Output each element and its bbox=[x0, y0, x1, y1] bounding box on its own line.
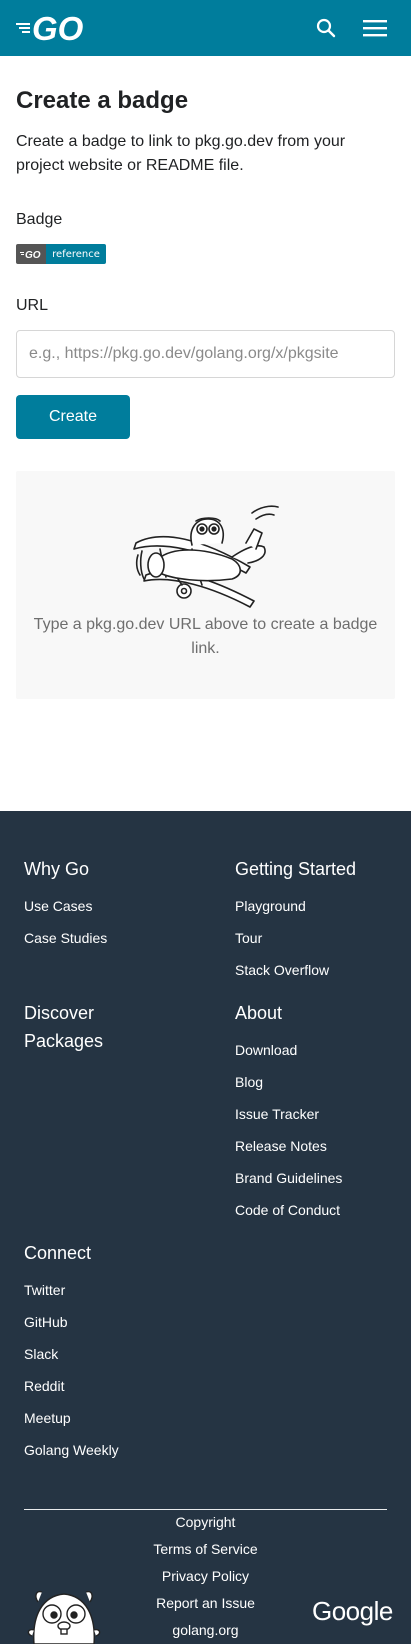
footer-divider bbox=[24, 1509, 387, 1510]
badge-reference-text: reference bbox=[46, 244, 106, 264]
footer-link-download[interactable]: Download bbox=[235, 1040, 297, 1060]
svg-text:GO: GO bbox=[25, 250, 41, 259]
footer-heading-connect: Connect bbox=[24, 1243, 92, 1263]
badge-label: Badge bbox=[16, 211, 63, 228]
footer-link-blog[interactable]: Blog bbox=[235, 1072, 263, 1092]
footer-link-use-cases[interactable]: Use Cases bbox=[24, 896, 92, 916]
footer-link-github[interactable]: GitHub bbox=[24, 1312, 68, 1332]
footer-link-playground[interactable]: Playground bbox=[235, 896, 306, 916]
google-logo[interactable]: Google bbox=[312, 1596, 393, 1626]
footer-link-reddit[interactable]: Reddit bbox=[24, 1376, 64, 1396]
url-input[interactable] bbox=[16, 330, 395, 378]
gopher-mascot-icon bbox=[27, 1590, 101, 1644]
create-button[interactable]: Create bbox=[16, 395, 130, 439]
footer-bottom-link-copyright[interactable]: Copyright bbox=[0, 1512, 411, 1532]
footer-link-issue-tracker[interactable]: Issue Tracker bbox=[235, 1104, 319, 1124]
site-header: GO bbox=[0, 0, 411, 56]
footer-heading-getting-started: Getting Started bbox=[235, 859, 357, 879]
result-placeholder-text: Type a pkg.go.dev URL above to create a … bbox=[33, 616, 378, 657]
url-label: URL bbox=[16, 297, 49, 314]
footer-link-tour[interactable]: Tour bbox=[235, 928, 262, 948]
footer-link-brand-guidelines[interactable]: Brand Guidelines bbox=[235, 1168, 342, 1188]
footer-link-slack[interactable]: Slack bbox=[24, 1344, 58, 1364]
footer-link-golang-weekly[interactable]: Golang Weekly bbox=[24, 1440, 119, 1460]
footer-link-release-notes[interactable]: Release Notes bbox=[235, 1136, 327, 1156]
footer-heading-why-go: Why Go bbox=[24, 859, 90, 879]
footer-link-twitter[interactable]: Twitter bbox=[24, 1280, 65, 1300]
site-footer: Why Go Use Cases Case Studies Getting St… bbox=[0, 811, 411, 1644]
hamburger-menu-icon[interactable] bbox=[362, 16, 388, 40]
footer-link-stack-overflow[interactable]: Stack Overflow bbox=[235, 960, 329, 980]
badge-go-logo: GO bbox=[16, 244, 46, 264]
go-logo-icon: GO bbox=[20, 250, 41, 259]
footer-heading-discover-packages[interactable]: Discover Packages bbox=[24, 999, 174, 1055]
footer-link-meetup[interactable]: Meetup bbox=[24, 1408, 71, 1428]
page-title: Create a badge bbox=[16, 87, 189, 114]
go-logo[interactable]: GO bbox=[16, 12, 100, 44]
intro-text: Create a badge to link to pkg.go.dev fro… bbox=[16, 133, 346, 174]
footer-bottom-link-privacy[interactable]: Privacy Policy bbox=[0, 1566, 411, 1586]
footer-bottom-link-terms[interactable]: Terms of Service bbox=[0, 1539, 411, 1559]
gopher-biplane-icon bbox=[133, 505, 279, 608]
badge-result-panel: Type a pkg.go.dev URL above to create a … bbox=[16, 471, 395, 699]
reference-badge[interactable]: GO reference bbox=[16, 244, 106, 264]
search-icon[interactable] bbox=[314, 16, 338, 40]
svg-text:GO: GO bbox=[32, 12, 84, 44]
footer-heading-about: About bbox=[235, 1003, 283, 1023]
footer-link-case-studies[interactable]: Case Studies bbox=[24, 928, 107, 948]
footer-link-code-of-conduct[interactable]: Code of Conduct bbox=[235, 1200, 340, 1220]
